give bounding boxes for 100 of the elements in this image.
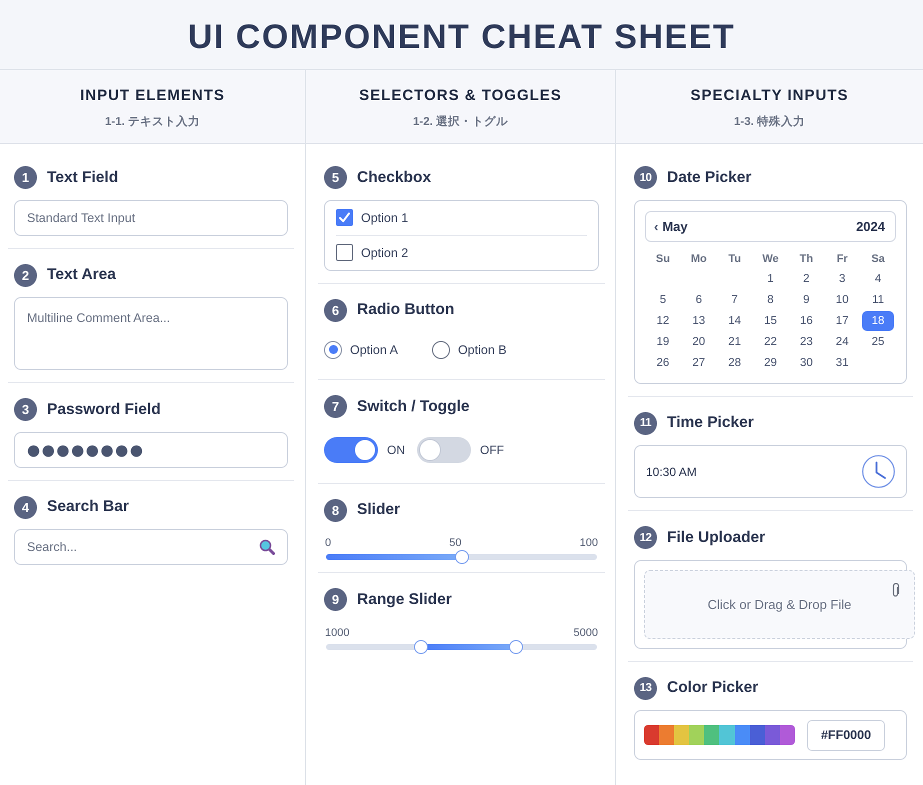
- calendar-day[interactable]: 23: [790, 332, 822, 352]
- column-heading: SELECTORS & TOGGLES: [359, 86, 562, 106]
- radio-button[interactable]: [432, 340, 450, 358]
- color-swatch-icon[interactable]: [689, 725, 704, 745]
- calendar-day[interactable]: 24: [826, 332, 858, 352]
- checkbox[interactable]: [336, 209, 353, 226]
- calendar-day[interactable]: 4: [862, 269, 894, 289]
- radio-button[interactable]: [324, 340, 342, 358]
- calendar-day[interactable]: 20: [682, 332, 715, 352]
- calendar-day[interactable]: 11: [862, 290, 894, 310]
- scale-label: 1000: [325, 626, 350, 640]
- calendar-day[interactable]: 12: [646, 311, 679, 331]
- section-title: Text Area: [47, 266, 116, 284]
- color-swatch-icon[interactable]: [750, 725, 765, 745]
- weekday-label: Su: [656, 252, 670, 264]
- paperclip-icon: [891, 582, 900, 598]
- step-number-badge: 2: [14, 264, 37, 286]
- text-area-field[interactable]: Multiline Comment Area...: [14, 297, 288, 370]
- calendar-day[interactable]: 6: [682, 290, 715, 310]
- step-number-badge: 5: [324, 166, 347, 189]
- calendar-day[interactable]: 30: [790, 353, 822, 373]
- search-field[interactable]: Search...: [14, 529, 288, 565]
- range-thumb[interactable]: [414, 640, 428, 654]
- time-field[interactable]: 10:30 AM: [634, 445, 907, 498]
- radio-label[interactable]: Option B: [458, 342, 507, 356]
- scale-label: 5000: [574, 626, 598, 640]
- toggle-switch[interactable]: [324, 436, 378, 462]
- calendar-day[interactable]: 13: [682, 311, 715, 331]
- step-number-badge: 11: [634, 412, 657, 434]
- slider-thumb[interactable]: [454, 550, 468, 564]
- color-swatch-icon[interactable]: [644, 725, 660, 745]
- calendar-day[interactable]: 10: [826, 290, 858, 310]
- hex-value-field[interactable]: #FF0000: [807, 720, 885, 750]
- calendar-day[interactable]: 21: [718, 332, 751, 352]
- calendar-day[interactable]: 15: [754, 311, 786, 331]
- page-title: UI COMPONENT CHEAT SHEET: [188, 16, 736, 56]
- step-number-badge: 10: [634, 166, 657, 189]
- calendar-day[interactable]: 29: [754, 353, 786, 373]
- calendar-day[interactable]: 14: [718, 311, 751, 331]
- toggle-switch[interactable]: [417, 436, 471, 462]
- calendar-day[interactable]: 9: [790, 290, 822, 310]
- step-number-badge: 13: [634, 676, 657, 700]
- calendar-day[interactable]: 26: [646, 353, 679, 373]
- color-swatch-icon[interactable]: [704, 725, 720, 745]
- section-title: Radio Button: [357, 301, 454, 319]
- scale-label: 100: [580, 536, 598, 550]
- column-subheading: 1-1. テキスト入力: [104, 114, 200, 130]
- month-label: May: [662, 218, 688, 234]
- section-title: Range Slider: [357, 590, 452, 608]
- calendar-day[interactable]: 19: [646, 332, 679, 352]
- switch-label: OFF: [480, 442, 504, 456]
- calendar-day[interactable]: 3: [826, 269, 858, 289]
- year-label: 2024: [856, 218, 885, 234]
- color-swatch-icon[interactable]: [674, 725, 690, 745]
- file-dropzone[interactable]: Click or Drag & Drop File: [644, 570, 915, 638]
- color-swatch-icon[interactable]: [719, 725, 735, 745]
- section-title: Text Field: [47, 168, 118, 186]
- scale-label: 0: [325, 536, 332, 550]
- password-field[interactable]: ●●●●●●●●: [14, 432, 288, 468]
- weekday-label: Tu: [728, 252, 741, 264]
- step-number-badge: 1: [14, 166, 37, 189]
- calendar-day[interactable]: 31: [826, 353, 858, 373]
- calendar-day[interactable]: 25: [862, 332, 894, 352]
- color-swatch-icon[interactable]: [764, 725, 780, 745]
- step-number-badge: 9: [324, 588, 347, 611]
- calendar-day[interactable]: 17: [826, 311, 858, 331]
- switch-label: ON: [387, 442, 405, 456]
- weekday-label: Mo: [690, 252, 707, 264]
- step-number-badge: 4: [14, 496, 37, 518]
- color-swatch-icon[interactable]: [780, 725, 795, 745]
- calendar-day[interactable]: 22: [754, 332, 786, 352]
- calendar-day[interactable]: 1: [754, 269, 786, 289]
- calendar-day[interactable]: 18: [862, 311, 894, 331]
- calendar-day[interactable]: 2: [790, 269, 822, 289]
- step-number-badge: 7: [324, 395, 347, 418]
- calendar-day[interactable]: 7: [718, 290, 751, 310]
- calendar-day[interactable]: 16: [790, 311, 822, 331]
- step-number-badge: 3: [14, 398, 37, 421]
- range-thumb[interactable]: [508, 640, 523, 654]
- radio-label[interactable]: Option A: [350, 342, 398, 356]
- weekday-label: Sa: [871, 252, 885, 264]
- section-title: Password Field: [47, 400, 161, 418]
- column-heading: INPUT ELEMENTS: [80, 86, 225, 106]
- calendar-day[interactable]: 28: [718, 353, 751, 373]
- color-swatch-icon[interactable]: [734, 725, 750, 745]
- weekday-label: Fr: [836, 252, 848, 264]
- checkbox[interactable]: [336, 244, 353, 261]
- checkbox-label[interactable]: Option 2: [361, 246, 408, 260]
- prev-month-button[interactable]: ‹: [654, 218, 658, 234]
- checkbox-label[interactable]: Option 1: [361, 210, 408, 224]
- step-number-badge: 6: [324, 298, 347, 322]
- section-title: Switch / Toggle: [357, 398, 470, 416]
- color-swatch-icon[interactable]: [659, 725, 674, 745]
- section-title: Time Picker: [667, 414, 754, 432]
- calendar-day[interactable]: 5: [646, 290, 679, 310]
- calendar-day[interactable]: 8: [754, 290, 786, 310]
- section-title: Date Picker: [667, 168, 752, 186]
- column-heading: SPECIALTY INPUTS: [690, 86, 848, 106]
- calendar-day[interactable]: 27: [682, 353, 715, 373]
- text-input-field[interactable]: Standard Text Input: [14, 200, 288, 236]
